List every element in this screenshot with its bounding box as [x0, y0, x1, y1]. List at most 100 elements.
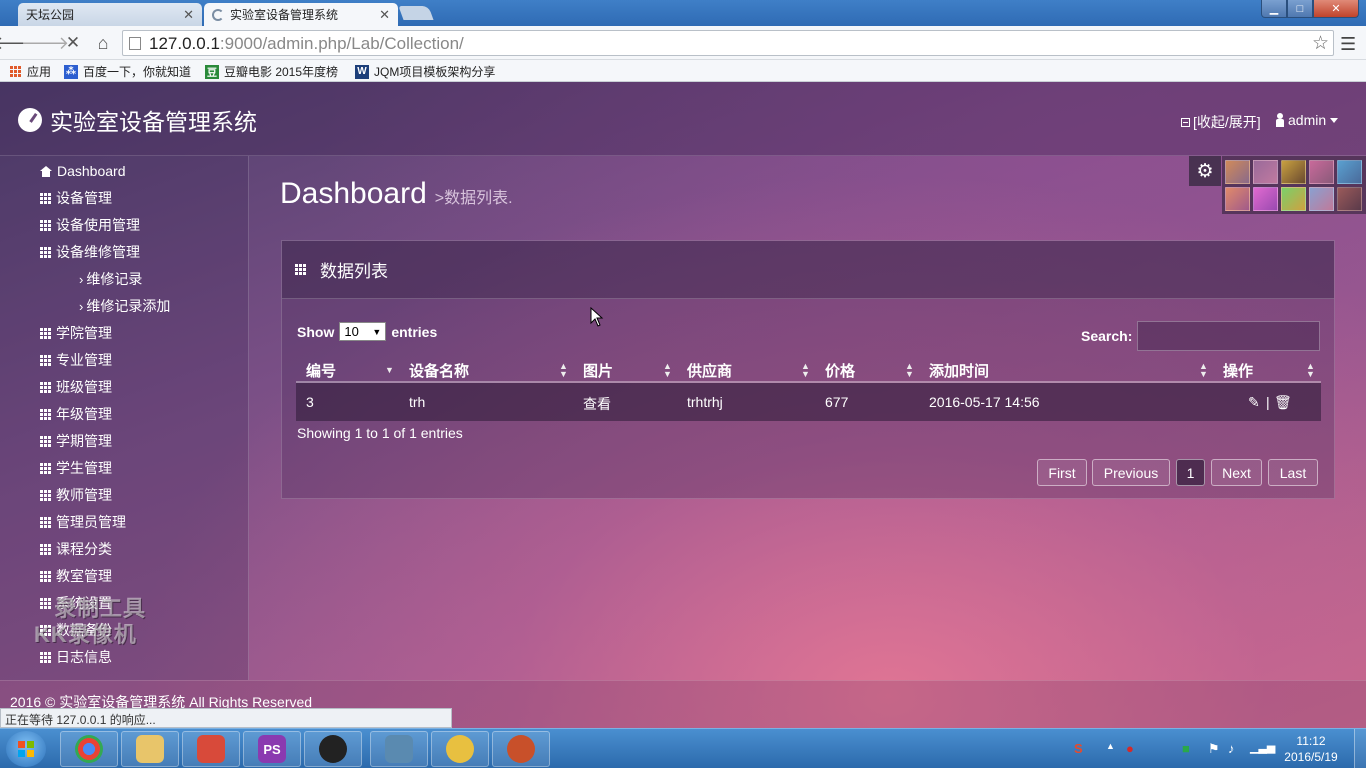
- sidebar-item-course-category[interactable]: 课程分类: [40, 539, 112, 559]
- tab-tiantan[interactable]: 天坛公园 ✕: [18, 3, 202, 97]
- sidebar-item-college[interactable]: 学院管理: [40, 323, 112, 343]
- column-header-name[interactable]: 设备名称: [409, 360, 469, 381]
- sidebar-subitem-repair-add[interactable]: › 维修记录添加: [79, 296, 170, 316]
- user-menu[interactable]: admin: [1276, 112, 1339, 128]
- theme-swatch[interactable]: [1253, 187, 1278, 211]
- sidebar-item-student[interactable]: 学生管理: [40, 458, 112, 478]
- column-header-id[interactable]: 编号: [306, 360, 336, 381]
- sidebar-item-equipment[interactable]: 设备管理: [40, 188, 112, 208]
- grid-icon: [40, 435, 51, 447]
- forward-arrow-icon[interactable]: 🡒: [21, 32, 69, 54]
- column-header-supplier[interactable]: 供应商: [687, 360, 732, 381]
- sidebar-item-logs[interactable]: 日志信息: [40, 647, 112, 667]
- theme-swatch[interactable]: [1309, 160, 1334, 184]
- bookmark-douban[interactable]: 豆 豆瓣电影 2015年度榜: [205, 63, 338, 80]
- antivirus-icon[interactable]: ●: [1126, 741, 1134, 756]
- clock-date: 2016/5/19: [1284, 750, 1338, 764]
- show-desktop-button[interactable]: [1354, 729, 1366, 768]
- home-icon[interactable]: ⌂: [92, 32, 114, 54]
- sidebar-item-admin[interactable]: 管理员管理: [40, 512, 126, 532]
- sidebar-item-equipment-usage[interactable]: 设备使用管理: [40, 215, 140, 235]
- theme-swatch[interactable]: [1281, 160, 1306, 184]
- sidebar-item-teacher[interactable]: 教师管理: [40, 485, 112, 505]
- stop-icon[interactable]: ✕: [62, 32, 84, 54]
- column-header-added[interactable]: 添加时间: [929, 360, 989, 381]
- collapse-toggle[interactable]: [收起/展开]: [1181, 112, 1261, 132]
- pagination-next[interactable]: Next: [1211, 459, 1262, 486]
- theme-swatch[interactable]: [1253, 160, 1278, 184]
- taskbar-qq[interactable]: [304, 731, 362, 767]
- close-tab-icon[interactable]: ✕: [379, 7, 390, 23]
- sort-icon: ▲ ▼: [1306, 361, 1315, 379]
- volume-icon[interactable]: ♪: [1228, 741, 1235, 756]
- start-button[interactable]: [6, 731, 46, 767]
- sidebar-item-major[interactable]: 专业管理: [40, 350, 112, 370]
- delete-trash-icon[interactable]: 🗑: [1274, 394, 1292, 411]
- network-app-icon[interactable]: ■: [1182, 741, 1190, 756]
- bookmark-baidu[interactable]: ⁂ 百度一下，你就知道: [64, 63, 191, 80]
- taskbar-game[interactable]: [492, 731, 550, 767]
- sidebar-item-semester[interactable]: 学期管理: [40, 431, 112, 451]
- column-header-image[interactable]: 图片: [583, 360, 613, 381]
- cell-price: 677: [825, 394, 849, 410]
- close-tab-icon[interactable]: ✕: [183, 7, 194, 23]
- tab-label: 实验室设备管理系统: [230, 8, 339, 22]
- flag-icon[interactable]: ⚑: [1208, 741, 1220, 757]
- taskbar-image-viewer[interactable]: [370, 731, 428, 767]
- bookmark-star-icon[interactable]: ☆: [1312, 32, 1329, 55]
- taskbar-editor[interactable]: [182, 731, 240, 767]
- close-window-button[interactable]: ✕: [1313, 0, 1359, 18]
- column-header-price[interactable]: 价格: [825, 360, 855, 381]
- theme-swatch[interactable]: [1281, 187, 1306, 211]
- taskbar-explorer[interactable]: [121, 731, 179, 767]
- pagination-last[interactable]: Last: [1268, 459, 1318, 486]
- douban-icon: 豆: [205, 64, 219, 79]
- sidebar-item-label: 设备维修管理: [56, 244, 140, 260]
- taskbar-chrome[interactable]: [60, 731, 118, 767]
- sidebar-item-classroom[interactable]: 教室管理: [40, 566, 112, 586]
- page-size-select[interactable]: 10 ▼: [339, 322, 387, 341]
- theme-swatch[interactable]: [1225, 187, 1250, 211]
- pagination-first[interactable]: First: [1037, 459, 1087, 486]
- edit-icon[interactable]: ✎: [1248, 394, 1260, 411]
- address-bar[interactable]: 127.0.0.1:9000/admin.php/Lab/Collection/…: [122, 30, 1334, 56]
- chrome-icon: [75, 735, 103, 763]
- maximize-button[interactable]: □: [1287, 0, 1313, 18]
- tab-lab-system[interactable]: 实验室设备管理系统 ✕: [204, 3, 398, 26]
- sidebar-item-equipment-repair[interactable]: 设备维修管理: [40, 242, 140, 262]
- view-image-link[interactable]: 查看: [583, 394, 611, 414]
- menu-icon[interactable]: ☰: [1340, 34, 1356, 55]
- settings-gear-icon[interactable]: ⚙: [1189, 156, 1221, 186]
- search-input[interactable]: [1137, 321, 1320, 351]
- clock[interactable]: 11:12 2016/5/19: [1283, 733, 1339, 765]
- network-signal-icon[interactable]: ▁▃▅: [1250, 741, 1275, 754]
- sidebar-item-grade[interactable]: 年级管理: [40, 404, 112, 424]
- sidebar-item-label: 学院管理: [56, 325, 112, 341]
- column-header-actions[interactable]: 操作: [1223, 360, 1253, 381]
- bookmark-apps[interactable]: 应用: [8, 63, 51, 80]
- theme-swatch[interactable]: [1225, 160, 1250, 184]
- page-title-text: Dashboard: [280, 177, 427, 210]
- sidebar-subitem-repair-records[interactable]: › 维修记录: [79, 269, 142, 289]
- theme-swatch[interactable]: [1337, 160, 1362, 184]
- theme-swatch[interactable]: [1309, 187, 1334, 211]
- browser-toolbar: 🡐 🡒 ✕ ⌂ 127.0.0.1:9000/admin.php/Lab/Col…: [0, 26, 1366, 60]
- new-tab-button[interactable]: [398, 6, 434, 20]
- sidebar-item-class[interactable]: 班级管理: [40, 377, 112, 397]
- brand[interactable]: 实验室设备管理系统: [18, 103, 257, 137]
- theme-swatch[interactable]: [1337, 187, 1362, 211]
- page-subtitle: >数据列表.: [434, 190, 513, 207]
- bookmark-jqm[interactable]: W JQM项目模板架构分享: [355, 63, 495, 80]
- grid-icon: [40, 219, 51, 231]
- input-method-icon[interactable]: S: [1074, 741, 1083, 756]
- grid-icon: [40, 408, 51, 420]
- table-header: 编号 ▼ 设备名称 ▲ ▼ 图片 ▲ ▼ 供应商 ▲ ▼ 价格 ▲ ▼ 添加时间 ▲ ▼ …: [296, 357, 1321, 383]
- pagination-page[interactable]: 1: [1176, 459, 1205, 486]
- taskbar-phpstorm[interactable]: PS: [243, 731, 301, 767]
- taskbar-paint[interactable]: [431, 731, 489, 767]
- pagination-previous[interactable]: Previous: [1092, 459, 1170, 486]
- baidu-icon: ⁂: [64, 64, 78, 79]
- tray-expand-icon[interactable]: ▲: [1106, 741, 1115, 751]
- sidebar-item-dashboard[interactable]: Dashboard: [40, 161, 126, 181]
- minimize-button[interactable]: ▁: [1261, 0, 1287, 18]
